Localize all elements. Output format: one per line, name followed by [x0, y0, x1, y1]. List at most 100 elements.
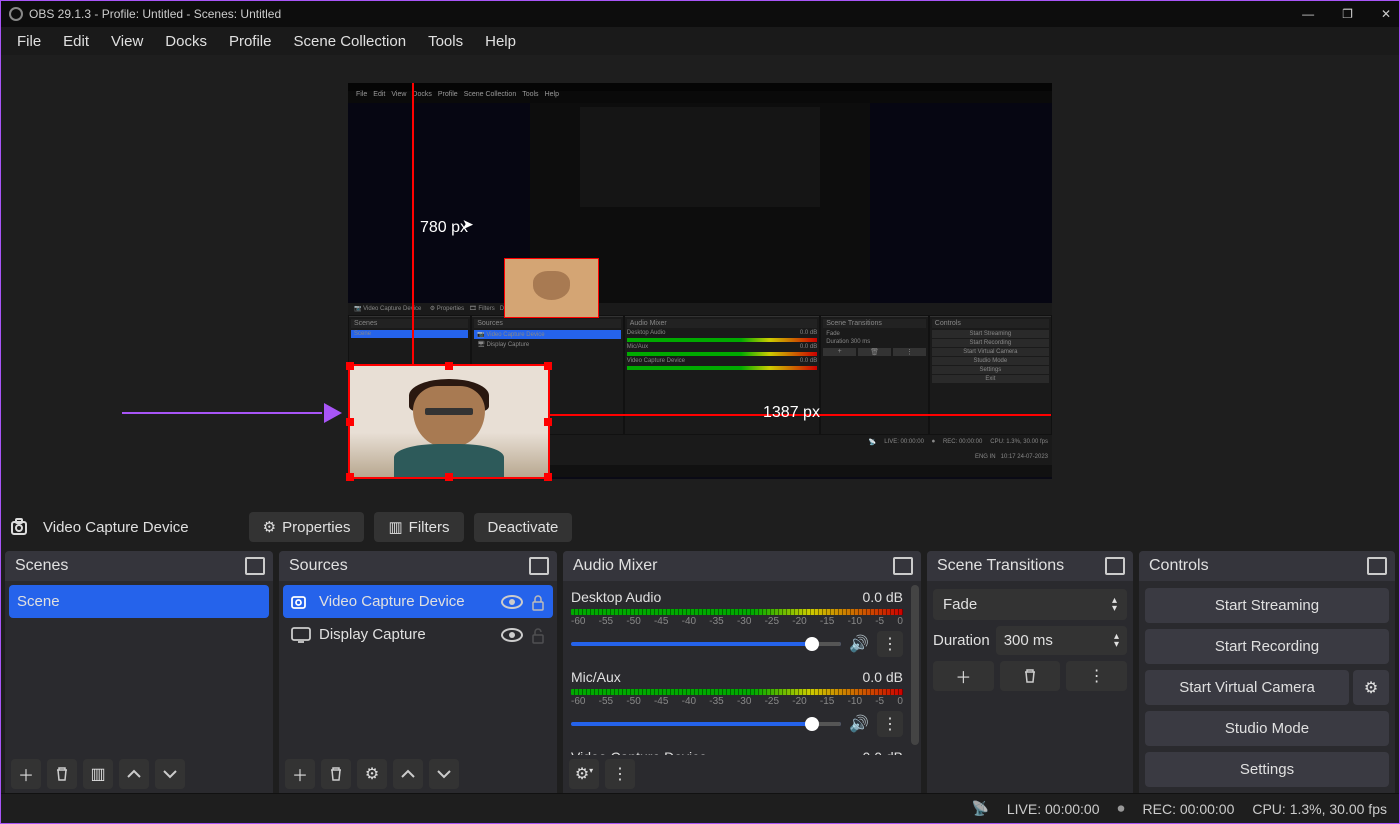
filters-button[interactable]: ▥Filters — [374, 512, 463, 542]
status-live: LIVE: 00:00:00 — [1007, 801, 1100, 817]
preview-canvas[interactable]: FileEditViewDocksProfileScene Collection… — [348, 83, 1052, 479]
remove-transition-button[interactable] — [1000, 661, 1061, 691]
scene-filters-button[interactable]: ▥ — [83, 759, 113, 789]
duration-label: Duration — [933, 632, 990, 649]
titlebar: OBS 29.1.3 - Profile: Untitled - Scenes:… — [1, 1, 1399, 27]
menubar: File Edit View Docks Profile Scene Colle… — [1, 27, 1399, 55]
source-type-label: Video Capture Device — [43, 519, 189, 536]
settings-button[interactable]: Settings — [1145, 752, 1389, 787]
controls-dock: Controls Start Streaming Start Recording… — [1139, 551, 1395, 793]
vcam-settings-button[interactable]: ⚙ — [1353, 670, 1389, 705]
speaker-icon[interactable]: 🔊 — [849, 714, 869, 734]
deactivate-button[interactable]: Deactivate — [474, 513, 573, 542]
meter-ticks: -60-55-50-45-40-35-30-25-20-15-10-50 — [571, 616, 903, 627]
channel-name: Mic/Aux — [571, 669, 621, 685]
menu-view[interactable]: View — [101, 31, 153, 52]
menu-file[interactable]: File — [7, 31, 51, 52]
resize-handle-ml[interactable] — [346, 418, 354, 426]
start-streaming-button[interactable]: Start Streaming — [1145, 588, 1389, 623]
mixer-channel-mic-aux: Mic/Aux0.0 dB -60-55-50-45-40-35-30-25-2… — [567, 665, 907, 745]
popout-icon[interactable] — [1369, 559, 1385, 573]
window-title: OBS 29.1.3 - Profile: Untitled - Scenes:… — [29, 7, 281, 21]
source-properties-button[interactable]: ⚙ — [357, 759, 387, 789]
menu-tools[interactable]: Tools — [418, 31, 473, 52]
sources-header[interactable]: Sources — [279, 551, 557, 581]
source-up-button[interactable] — [393, 759, 423, 789]
cursor-icon: ➤ — [462, 216, 474, 233]
add-scene-button[interactable]: ＋ — [11, 759, 41, 789]
add-transition-button[interactable]: ＋ — [933, 661, 994, 691]
properties-button[interactable]: ⚙Properties — [249, 512, 365, 542]
minimize-button[interactable]: — — [1302, 7, 1314, 21]
menu-scene-collection[interactable]: Scene Collection — [284, 31, 417, 52]
resize-handle-mr[interactable] — [544, 418, 552, 426]
status-rec: REC: 00:00:00 — [1143, 801, 1235, 817]
channel-level: 0.0 dB — [863, 589, 903, 605]
source-item-display-capture[interactable]: Display Capture — [283, 618, 553, 651]
studio-mode-button[interactable]: Studio Mode — [1145, 711, 1389, 746]
chevron-updown-icon: ▴▾ — [1112, 597, 1117, 613]
visibility-toggle[interactable] — [501, 595, 523, 609]
start-recording-button[interactable]: Start Recording — [1145, 629, 1389, 664]
close-button[interactable]: ✕ — [1381, 7, 1391, 21]
transition-menu-button[interactable]: ⋮ — [1066, 661, 1127, 691]
remove-scene-button[interactable] — [47, 759, 77, 789]
popout-icon[interactable] — [247, 559, 263, 573]
gear-icon: ⚙ — [263, 518, 276, 536]
popout-icon[interactable] — [531, 559, 547, 573]
channel-name: Desktop Audio — [571, 589, 661, 605]
scene-down-button[interactable] — [155, 759, 185, 789]
mixer-scrollbar[interactable] — [911, 585, 919, 745]
lock-icon[interactable] — [531, 595, 545, 609]
volume-slider[interactable] — [571, 722, 841, 726]
resize-handle-tm[interactable] — [445, 362, 453, 370]
maximize-button[interactable]: ❐ — [1342, 7, 1353, 21]
source-item-video-capture[interactable]: Video Capture Device — [283, 585, 553, 618]
audio-mixer-dock: Audio Mixer Desktop Audio 0.0 dB -60-55-5… — [563, 551, 921, 793]
record-icon: ⏺ — [1118, 800, 1125, 817]
transitions-header[interactable]: Scene Transitions — [927, 551, 1133, 581]
statusbar: 📡 LIVE: 00:00:00 ⏺ REC: 00:00:00 CPU: 1.… — [1, 793, 1399, 823]
selected-source-video-capture[interactable] — [348, 364, 550, 479]
add-source-button[interactable]: ＋ — [285, 759, 315, 789]
docks-row: Scenes Scene ＋ ▥ Sources Video Capture D… — [1, 547, 1399, 793]
controls-header[interactable]: Controls — [1139, 551, 1395, 581]
start-virtual-camera-button[interactable]: Start Virtual Camera — [1145, 670, 1349, 705]
resize-handle-tr[interactable] — [544, 362, 552, 370]
camera-icon — [11, 518, 33, 536]
audio-meter — [571, 609, 903, 615]
mixer-header[interactable]: Audio Mixer — [563, 551, 921, 581]
volume-slider[interactable] — [571, 642, 841, 646]
menu-edit[interactable]: Edit — [53, 31, 99, 52]
scene-item[interactable]: Scene — [9, 585, 269, 618]
menu-docks[interactable]: Docks — [155, 31, 217, 52]
resize-handle-bl[interactable] — [346, 473, 354, 481]
menu-help[interactable]: Help — [475, 31, 526, 52]
scene-up-button[interactable] — [119, 759, 149, 789]
source-down-button[interactable] — [429, 759, 459, 789]
speaker-icon[interactable]: 🔊 — [849, 634, 869, 654]
scenes-header[interactable]: Scenes — [5, 551, 273, 581]
resize-handle-bm[interactable] — [445, 473, 453, 481]
transition-select[interactable]: Fade ▴▾ — [933, 589, 1127, 620]
mixer-settings-button[interactable]: ⚙▾ — [569, 759, 599, 789]
meter-ticks: -60-55-50-45-40-35-30-25-20-15-10-50 — [571, 696, 903, 707]
popout-icon[interactable] — [1107, 559, 1123, 573]
resize-handle-br[interactable] — [544, 473, 552, 481]
resize-handle-tl[interactable] — [346, 362, 354, 370]
visibility-toggle[interactable] — [501, 628, 523, 642]
channel-menu-button[interactable]: ⋮ — [877, 631, 903, 657]
chevron-updown-icon: ▴▾ — [1114, 633, 1119, 649]
mixer-menu-button[interactable]: ⋮ — [605, 759, 635, 789]
lock-icon[interactable] — [531, 628, 545, 642]
transitions-dock: Scene Transitions Fade ▴▾ Duration 300 m… — [927, 551, 1133, 793]
filters-icon: ▥ — [388, 518, 402, 536]
popout-icon[interactable] — [895, 559, 911, 573]
channel-menu-button[interactable]: ⋮ — [877, 711, 903, 737]
menu-profile[interactable]: Profile — [219, 31, 282, 52]
preview-area[interactable]: FileEditViewDocksProfileScene Collection… — [1, 55, 1399, 507]
scenes-dock: Scenes Scene ＋ ▥ — [5, 551, 273, 793]
camera-icon — [291, 594, 311, 610]
remove-source-button[interactable] — [321, 759, 351, 789]
duration-input[interactable]: 300 ms ▴▾ — [996, 626, 1127, 655]
